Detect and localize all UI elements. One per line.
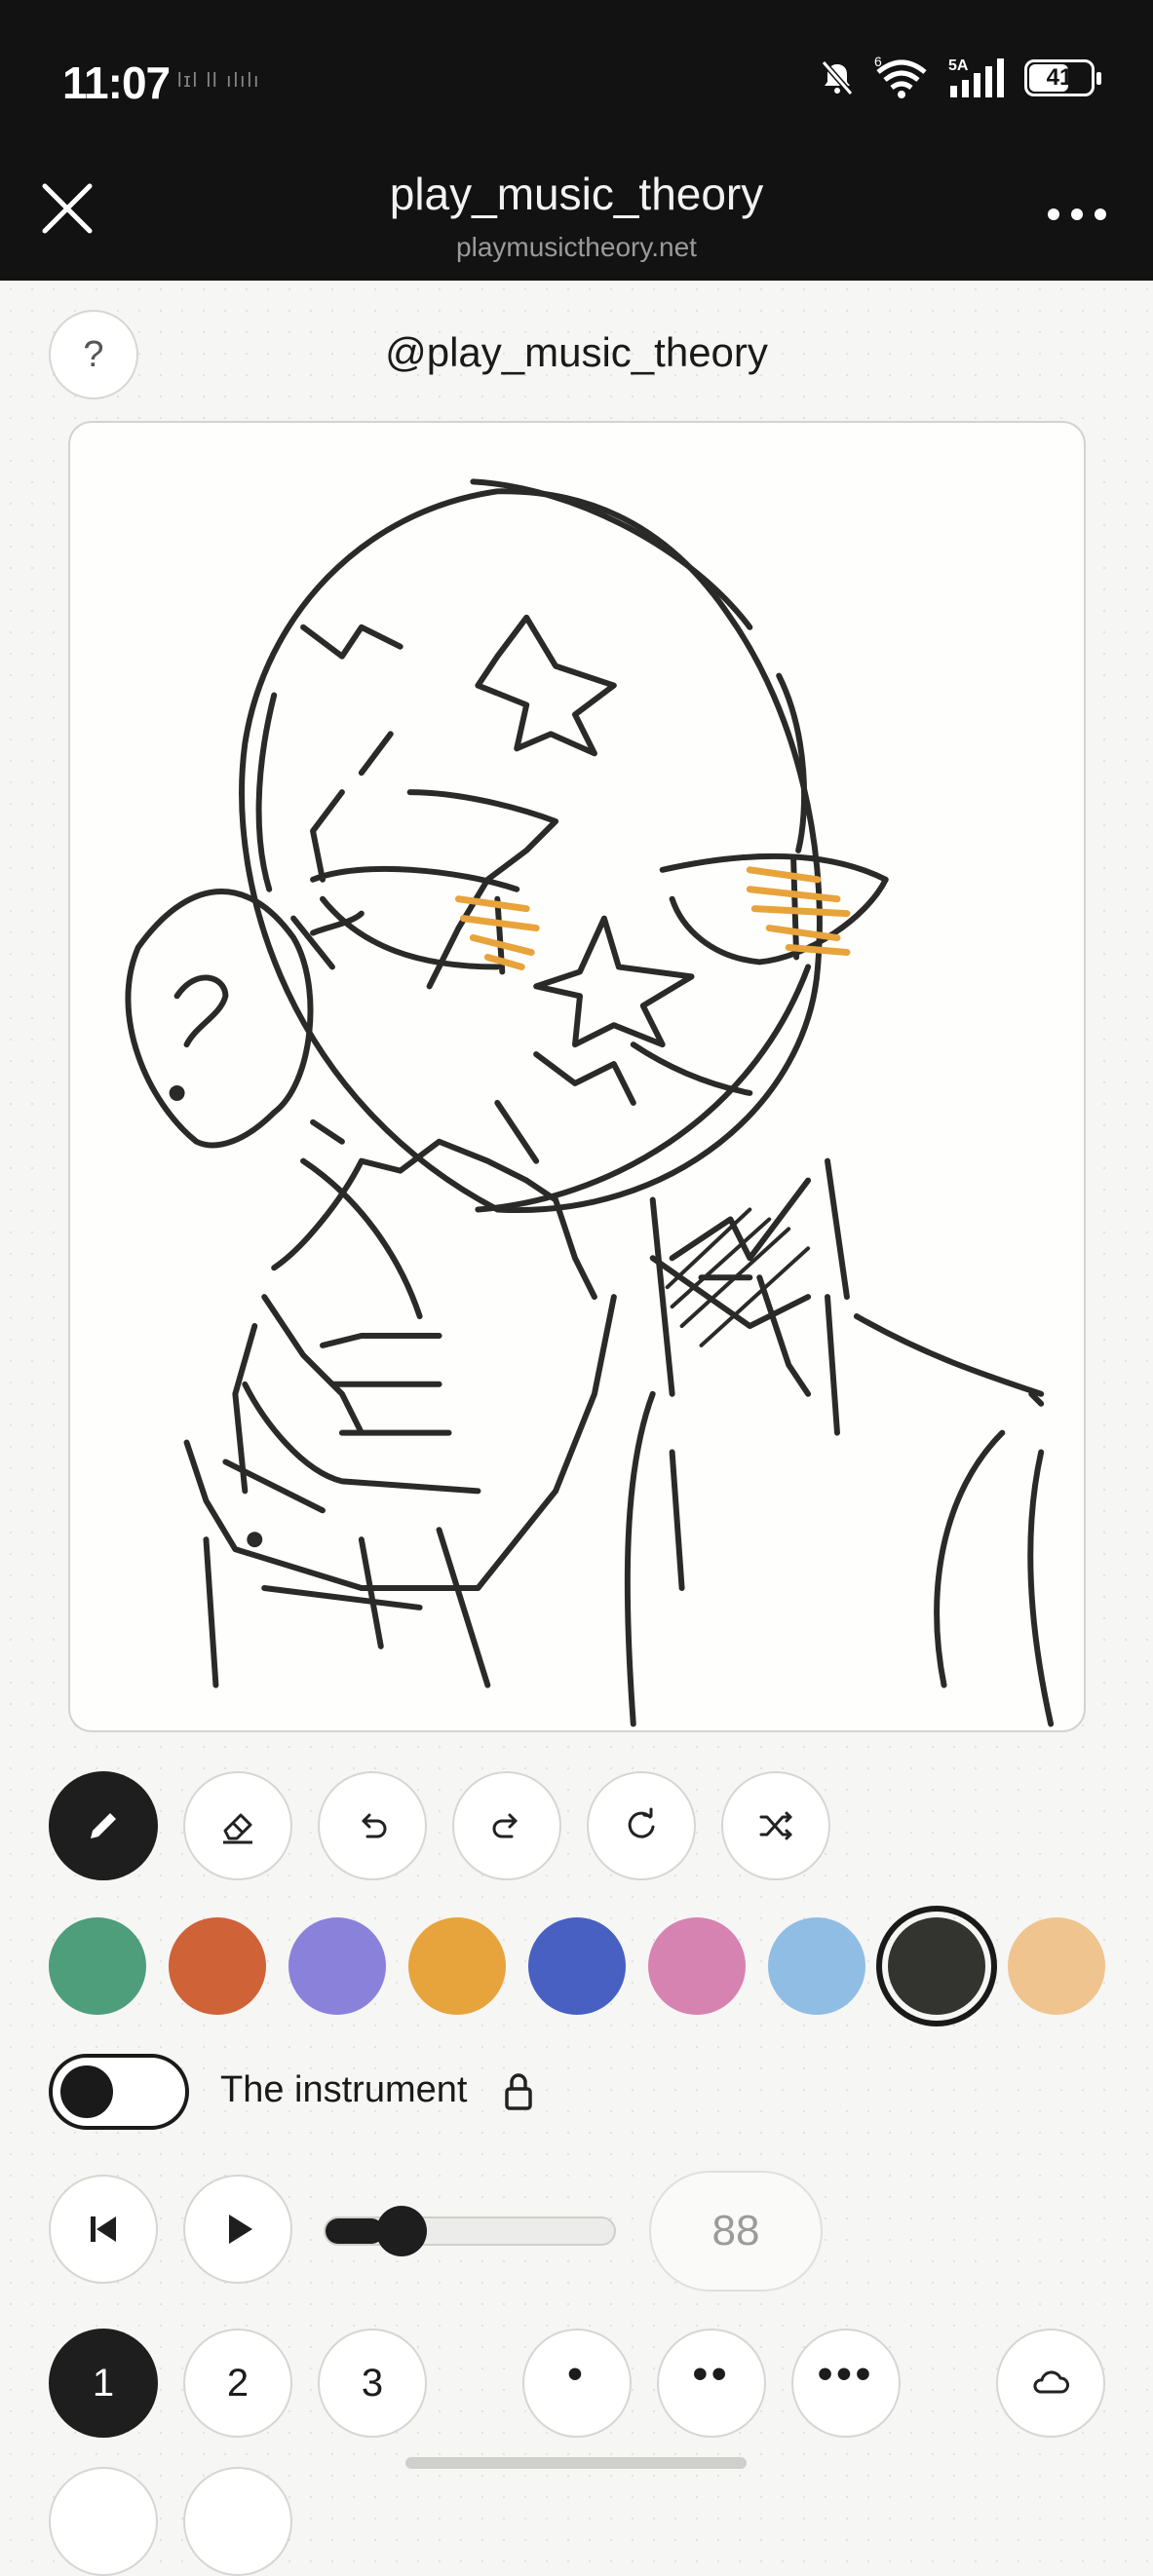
color-swatch[interactable] [768, 1917, 865, 2015]
play-icon [229, 2215, 252, 2244]
app-header: 11:07 lɪl ll ılılı 6 5A 41 play_music_th… [0, 0, 1153, 281]
status-notification-icons: lɪl ll ılılı [177, 70, 261, 92]
cloud-button[interactable] [996, 2329, 1105, 2438]
partial-button[interactable] [49, 2467, 158, 2576]
shuffle-icon [759, 1811, 792, 1840]
slider-thumb[interactable] [376, 2206, 427, 2256]
color-swatch[interactable] [1008, 1917, 1105, 2015]
author-handle: @play_music_theory [385, 329, 768, 375]
playback-slider[interactable] [324, 2216, 616, 2246]
partial-button[interactable] [183, 2467, 292, 2576]
skip-back-icon [91, 2216, 116, 2242]
drawing-canvas[interactable] [68, 421, 1086, 1732]
instrument-label: The instrument [220, 2069, 468, 2110]
refresh-icon [628, 1807, 655, 1838]
page-url: playmusictheory.net [456, 232, 697, 262]
undo-button[interactable] [318, 1771, 427, 1880]
voice-button-1[interactable]: 1 [49, 2329, 158, 2438]
shuffle-button[interactable] [721, 1771, 830, 1880]
skip-back-button[interactable] [49, 2175, 158, 2284]
redo-button[interactable] [452, 1771, 561, 1880]
refresh-button[interactable] [587, 1771, 696, 1880]
instrument-toggle[interactable] [49, 2054, 189, 2130]
rhythm-button-1[interactable]: • [522, 2329, 632, 2438]
sketch-drawing [125, 478, 1055, 1727]
color-swatch[interactable] [648, 1917, 746, 2015]
page-title: play_music_theory [389, 169, 764, 219]
color-swatch[interactable] [876, 1906, 997, 2027]
voice-button-3[interactable]: 3 [318, 2329, 427, 2438]
redo-icon [492, 1813, 518, 1838]
signal-icon: 5A [948, 57, 1004, 97]
rhythm-button-3[interactable]: ••• [791, 2329, 901, 2438]
home-indicator [405, 2457, 747, 2469]
eraser-icon [223, 1813, 252, 1844]
wifi-badge: 6 [874, 57, 882, 69]
color-swatch[interactable] [49, 1917, 146, 2015]
pencil-icon [91, 1813, 116, 1838]
status-icons: 6 5A 41 [818, 57, 1101, 99]
tempo-value[interactable]: 88 [649, 2171, 823, 2292]
wifi-icon: 6 [874, 57, 927, 98]
color-swatch[interactable] [288, 1917, 386, 2015]
color-swatch[interactable] [408, 1917, 506, 2015]
play-button[interactable] [183, 2175, 292, 2284]
more-options-icon[interactable] [1038, 195, 1116, 234]
battery-level: 41 [1046, 64, 1073, 91]
lock-icon [505, 2073, 532, 2110]
mute-bell-icon [821, 60, 854, 95]
rhythm-button-2[interactable]: •• [657, 2329, 766, 2438]
pencil-tool-button[interactable] [49, 1771, 158, 1880]
battery-icon: 41 [1024, 59, 1101, 96]
network-type: 5A [948, 57, 969, 74]
voice-button-2[interactable]: 2 [183, 2329, 292, 2438]
rhythm-dots: ••• [817, 2350, 875, 2398]
color-swatch[interactable] [169, 1917, 266, 2015]
cloud-icon [1033, 2370, 1069, 2394]
color-swatch[interactable] [528, 1917, 626, 2015]
undo-icon [362, 1813, 387, 1838]
eraser-tool-button[interactable] [183, 1771, 292, 1880]
rhythm-dots: •• [692, 2350, 731, 2398]
rhythm-dots: • [567, 2350, 587, 2398]
status-time: 11:07 [62, 57, 171, 108]
